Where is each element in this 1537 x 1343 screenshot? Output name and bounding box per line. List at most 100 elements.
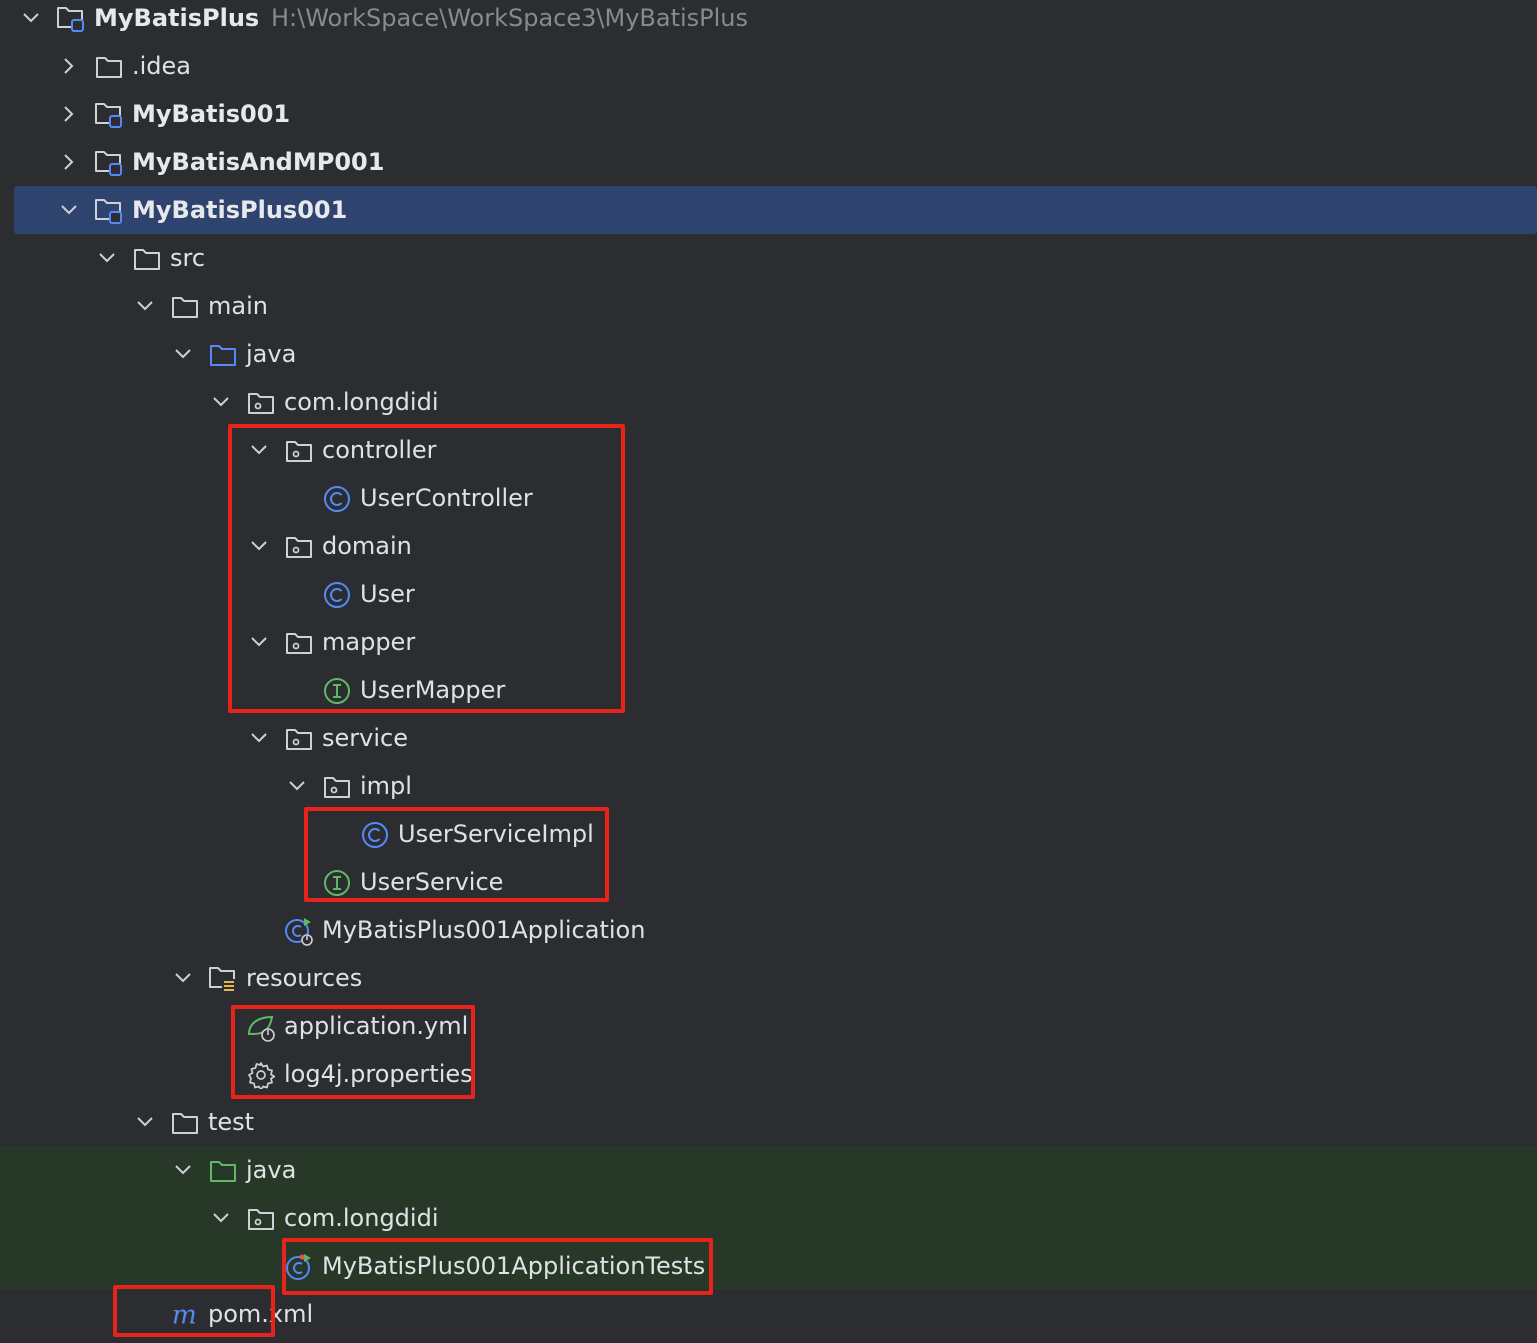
module-folder-icon xyxy=(94,196,124,226)
tree-item-label: MyBatisPlus001Application xyxy=(322,916,646,944)
tree-item-label: MyBatisPlus001 xyxy=(132,196,348,224)
package-icon xyxy=(284,628,314,658)
chevron-down-icon[interactable] xyxy=(286,762,308,810)
tree-item-label: com.longdidi xyxy=(284,388,439,416)
tree-row[interactable]: controller xyxy=(0,426,1537,474)
tree-row[interactable]: mapper xyxy=(0,618,1537,666)
tree-item-label: UserMapper xyxy=(360,676,506,704)
tree-item-label: java xyxy=(246,340,297,368)
module-folder-icon xyxy=(94,100,124,130)
tree-row[interactable]: MyBatisPlus001ApplicationTests xyxy=(0,1242,1537,1290)
module-folder-icon xyxy=(56,4,86,34)
chevron-right-icon[interactable] xyxy=(58,90,80,138)
tree-item-label: MyBatisPlus001ApplicationTests xyxy=(322,1252,706,1280)
chevron-down-icon[interactable] xyxy=(248,522,270,570)
tree-item-label: MyBatisPlus xyxy=(94,4,260,32)
project-path: H:\WorkSpace\WorkSpace3\MyBatisPlus xyxy=(271,4,748,32)
spring-boot-class-icon xyxy=(284,916,314,946)
tree-item-label: main xyxy=(208,292,268,320)
tree-item-label: test xyxy=(208,1108,255,1136)
chevron-down-icon[interactable] xyxy=(248,426,270,474)
tree-item-label: impl xyxy=(360,772,412,800)
tree-row[interactable]: java xyxy=(0,1146,1537,1194)
tree-item-label: MyBatisAndMP001 xyxy=(132,148,385,176)
tree-row[interactable]: resources xyxy=(0,954,1537,1002)
tree-item-label: .idea xyxy=(132,52,192,80)
tree-row[interactable]: MyBatis001 xyxy=(0,90,1537,138)
tree-row[interactable]: log4j.properties xyxy=(0,1050,1537,1098)
package-icon xyxy=(284,532,314,562)
tree-row[interactable]: User xyxy=(0,570,1537,618)
package-icon xyxy=(322,772,352,802)
folder-icon xyxy=(132,244,162,274)
chevron-down-icon[interactable] xyxy=(134,1098,156,1146)
tree-row[interactable]: application.yml xyxy=(0,1002,1537,1050)
tree-row[interactable]: MyBatisPlus001 xyxy=(14,186,1537,234)
tree-row[interactable]: java xyxy=(0,330,1537,378)
folder-icon xyxy=(94,52,124,82)
interface-icon xyxy=(322,676,352,706)
tree-row[interactable]: src xyxy=(0,234,1537,282)
tree-row[interactable]: impl xyxy=(0,762,1537,810)
tree-item-label: UserServiceImpl xyxy=(398,820,594,848)
chevron-down-icon[interactable] xyxy=(172,954,194,1002)
tree-row[interactable]: com.longdidi xyxy=(0,1194,1537,1242)
tree-row[interactable]: UserService xyxy=(0,858,1537,906)
tree-row[interactable]: MyBatisPlus H:\WorkSpace\WorkSpace3\MyBat… xyxy=(0,0,1537,42)
chevron-down-icon[interactable] xyxy=(58,186,80,234)
source-folder-icon xyxy=(208,340,238,370)
tree-item-label: controller xyxy=(322,436,437,464)
class-icon xyxy=(360,820,390,850)
chevron-down-icon[interactable] xyxy=(172,1146,194,1194)
chevron-right-icon[interactable] xyxy=(58,138,80,186)
package-icon xyxy=(246,388,276,418)
chevron-down-icon[interactable] xyxy=(210,1194,232,1242)
gear-icon xyxy=(246,1060,276,1090)
resources-folder-icon xyxy=(208,964,238,994)
project-tree[interactable]: MyBatisPlus H:\WorkSpace\WorkSpace3\MyBat… xyxy=(0,0,1537,1343)
chevron-down-icon[interactable] xyxy=(96,234,118,282)
tree-row[interactable]: UserController xyxy=(0,474,1537,522)
chevron-down-icon[interactable] xyxy=(20,0,42,42)
tree-item-label: UserController xyxy=(360,484,533,512)
spring-config-icon xyxy=(246,1012,276,1042)
tree-row[interactable]: MyBatisAndMP001 xyxy=(0,138,1537,186)
tree-item-label: log4j.properties xyxy=(284,1060,473,1088)
tree-row[interactable]: com.longdidi xyxy=(0,378,1537,426)
tree-item-label: application.yml xyxy=(284,1012,469,1040)
tree-row[interactable]: UserServiceImpl xyxy=(0,810,1537,858)
interface-icon xyxy=(322,868,352,898)
tree-row[interactable]: .idea xyxy=(0,42,1537,90)
tree-row[interactable]: UserMapper xyxy=(0,666,1537,714)
svg-text:m: m xyxy=(172,1301,197,1329)
chevron-down-icon[interactable] xyxy=(172,330,194,378)
tree-row[interactable]: m pom.xml xyxy=(0,1290,1537,1338)
chevron-down-icon[interactable] xyxy=(248,618,270,666)
tree-row[interactable]: main xyxy=(0,282,1537,330)
tree-row[interactable]: service xyxy=(0,714,1537,762)
tree-item-label: resources xyxy=(246,964,363,992)
tree-item-label: User xyxy=(360,580,415,608)
test-source-folder-icon xyxy=(208,1156,238,1186)
folder-icon xyxy=(170,292,200,322)
maven-icon: m xyxy=(170,1300,200,1330)
tree-item-label: com.longdidi xyxy=(284,1204,439,1232)
tree-row[interactable]: test xyxy=(0,1098,1537,1146)
class-icon xyxy=(322,484,352,514)
test-class-icon xyxy=(284,1252,314,1282)
tree-item-label: domain xyxy=(322,532,412,560)
class-icon xyxy=(322,580,352,610)
tree-row[interactable]: MyBatisPlus001Application xyxy=(0,906,1537,954)
tree-item-label: UserService xyxy=(360,868,504,896)
package-icon xyxy=(284,724,314,754)
folder-icon xyxy=(170,1108,200,1138)
tree-row[interactable]: domain xyxy=(0,522,1537,570)
chevron-down-icon[interactable] xyxy=(134,282,156,330)
tree-item-label: mapper xyxy=(322,628,416,656)
chevron-right-icon[interactable] xyxy=(58,42,80,90)
chevron-down-icon[interactable] xyxy=(248,714,270,762)
tree-item-label: service xyxy=(322,724,408,752)
package-icon xyxy=(284,436,314,466)
tree-item-label: src xyxy=(170,244,206,272)
chevron-down-icon[interactable] xyxy=(210,378,232,426)
